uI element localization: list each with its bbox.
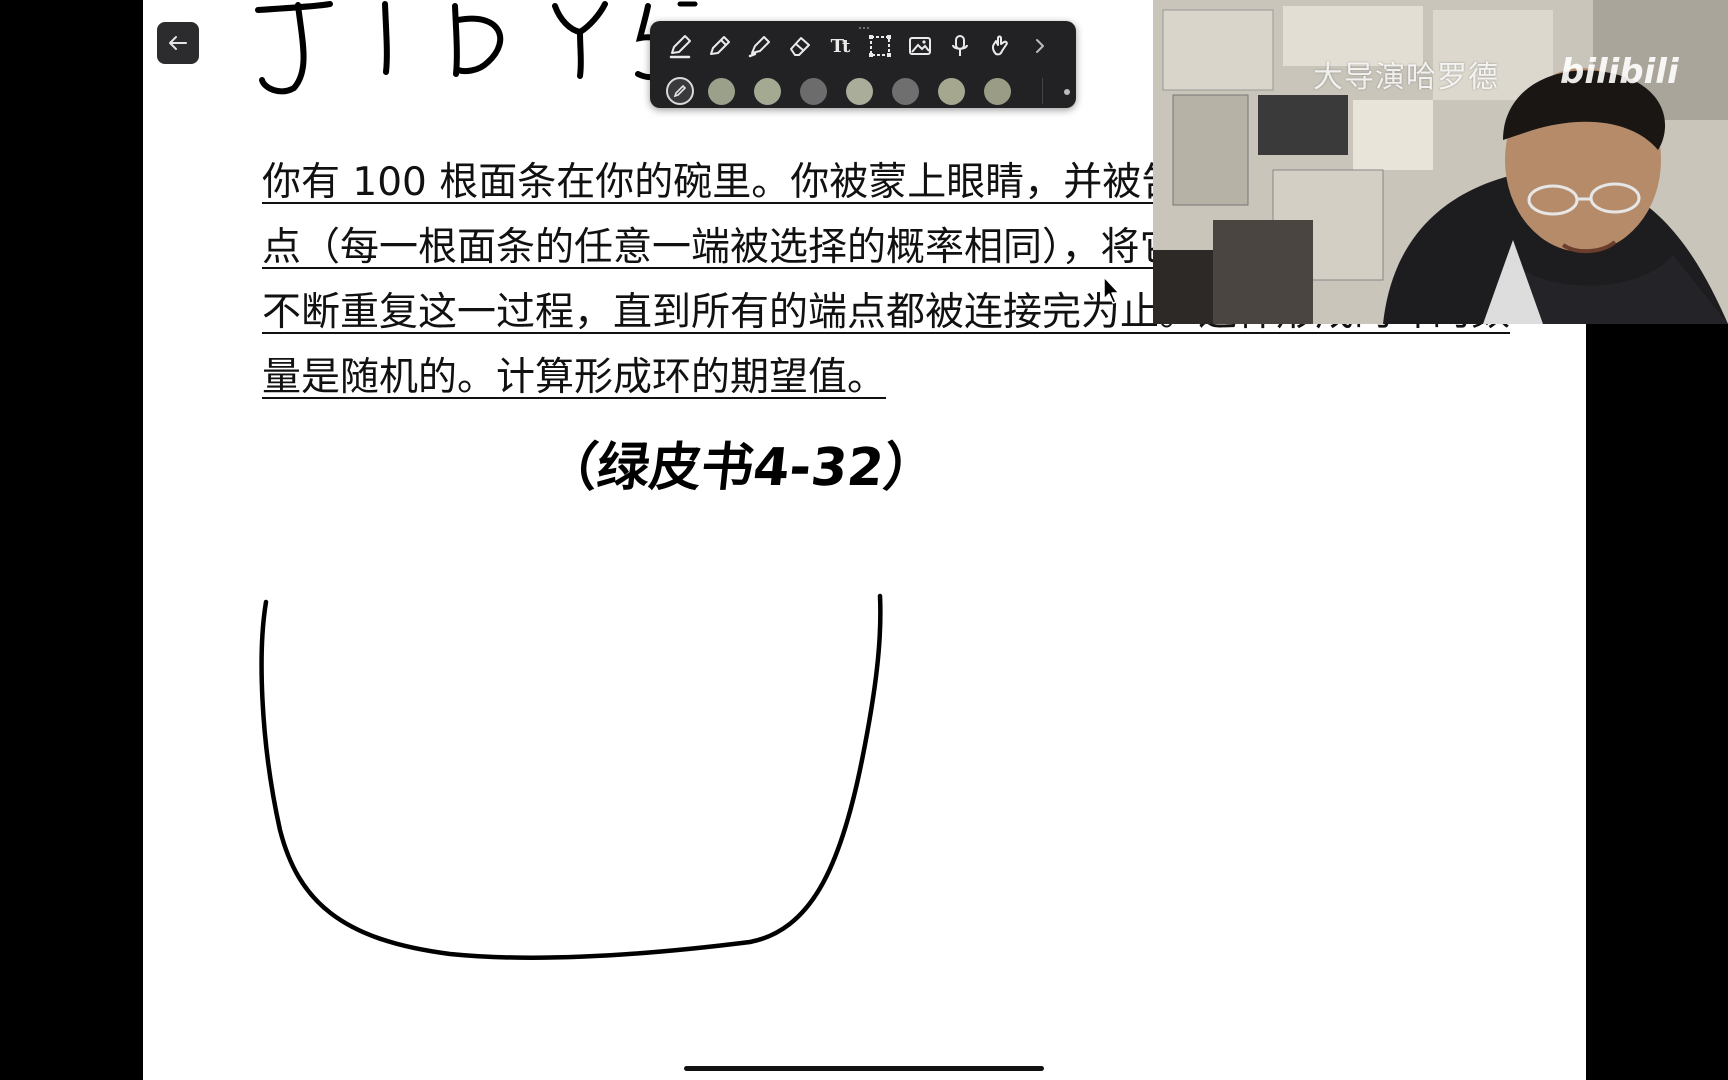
highlighter-icon[interactable] — [746, 31, 773, 61]
chevron-right-icon[interactable] — [1026, 31, 1053, 61]
color-swatch[interactable] — [800, 77, 827, 105]
microphone-icon[interactable] — [946, 31, 973, 61]
lasso-icon[interactable] — [866, 31, 893, 61]
color-swatch[interactable] — [892, 77, 919, 105]
handwritten-note: （绿皮书4-32） — [550, 438, 930, 498]
image-icon[interactable] — [906, 31, 933, 61]
mouse-cursor-icon — [1103, 276, 1120, 304]
color-swatch[interactable] — [754, 77, 781, 105]
color-swatch-row — [666, 77, 1030, 105]
toolbar-divider — [1042, 78, 1043, 104]
more-options-icon[interactable] — [1064, 89, 1070, 95]
color-swatch[interactable] — [984, 77, 1011, 105]
eraser-icon[interactable] — [786, 31, 813, 61]
home-indicator[interactable] — [684, 1066, 1044, 1071]
screen: Tt 你有 100 根面条在你的碗里。你被蒙上眼睛，并被告知随机拿起两个端点（每… — [0, 0, 1728, 1080]
drawing-toolbar: Tt — [650, 21, 1076, 108]
bowl-drawing — [259, 593, 883, 961]
tool-row: Tt — [666, 29, 1053, 63]
pencil-icon[interactable] — [706, 31, 733, 61]
bilibili-logo: bilibili — [1560, 52, 1679, 92]
color-swatch[interactable] — [708, 77, 735, 105]
text-tool-label: Tt — [830, 35, 851, 57]
text-icon[interactable]: Tt — [826, 31, 853, 61]
pen-icon[interactable] — [666, 31, 693, 61]
handwritten-note-text: （绿皮书4-32） — [550, 438, 930, 498]
color-swatch[interactable] — [846, 77, 873, 105]
arrow-left-icon — [169, 36, 187, 50]
webcam-video — [1153, 0, 1728, 324]
pen-color-swatch-active[interactable] — [666, 77, 694, 105]
color-swatch[interactable] — [938, 77, 965, 105]
touch-icon[interactable] — [986, 31, 1013, 61]
back-button[interactable] — [157, 22, 199, 64]
webcam-overlay — [1153, 0, 1728, 324]
webcam-watermark: 大导演哈罗德 — [1313, 60, 1499, 95]
pen-icon — [673, 84, 687, 98]
